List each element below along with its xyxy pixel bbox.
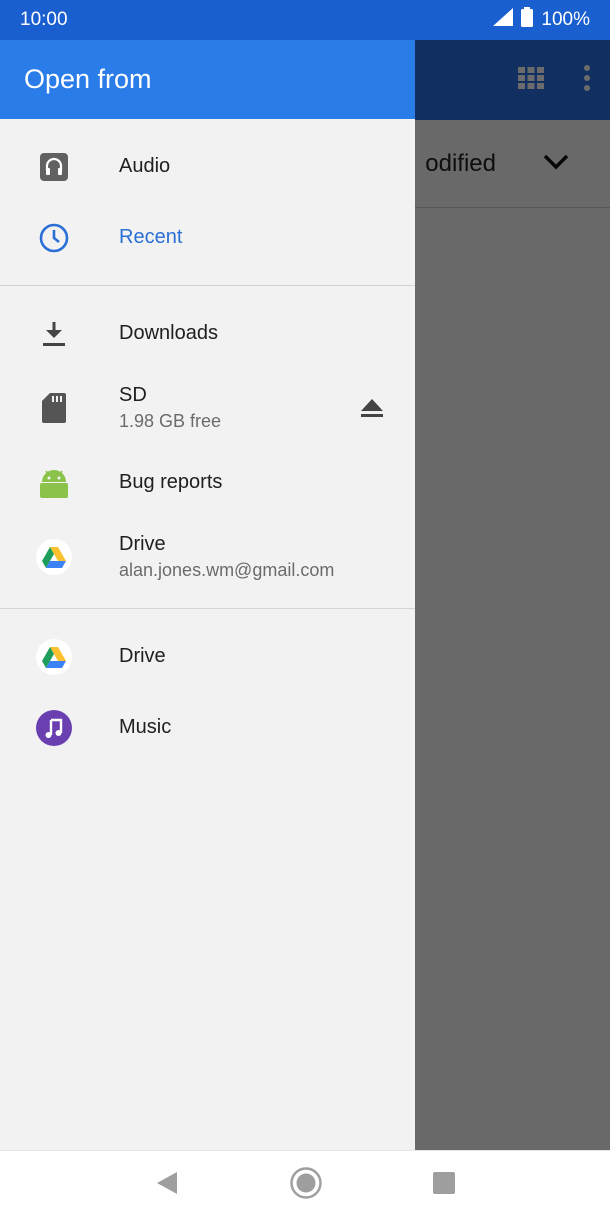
system-nav-bar	[0, 1150, 610, 1220]
drawer-item-label: Bug reports	[119, 471, 223, 493]
drawer-item-label: Drive	[119, 533, 166, 555]
download-icon	[36, 316, 72, 352]
drawer-section-apps: Drive Music	[0, 609, 415, 775]
drawer-item-sd[interactable]: SD 1.98 GB free	[0, 369, 415, 447]
drawer-item-subtitle: 1.98 GB free	[119, 411, 222, 431]
drawer-item-drive-account[interactable]: Drive alan.jones.wm@gmail.com	[0, 518, 415, 596]
sd-card-icon	[36, 390, 72, 426]
music-icon	[36, 709, 72, 746]
battery-percent: 100%	[541, 9, 590, 30]
drawer-item-label: Downloads	[119, 322, 218, 344]
drawer-item-downloads[interactable]: Downloads	[0, 298, 415, 369]
eject-icon[interactable]	[359, 395, 385, 421]
drawer-item-music[interactable]: Music	[0, 692, 415, 763]
drawer-item-bug-reports[interactable]: Bug reports	[0, 447, 415, 518]
navigation-drawer: Open from Audio Recent Downloads SD 1.98…	[0, 40, 415, 1150]
clock-icon	[36, 220, 72, 256]
status-bar: 10:00 100%	[0, 0, 610, 40]
recents-icon[interactable]	[433, 1172, 455, 1199]
battery-icon	[521, 7, 534, 33]
drawer-item-label: Audio	[119, 155, 171, 177]
drawer-item-label: Recent	[119, 226, 183, 248]
status-time: 10:00	[20, 9, 68, 30]
drawer-item-recent[interactable]: Recent	[0, 202, 415, 273]
drawer-section-roots: Audio Recent	[0, 119, 415, 286]
drawer-item-drive[interactable]: Drive	[0, 621, 415, 692]
back-icon[interactable]	[155, 1170, 179, 1201]
headphones-icon	[36, 149, 72, 185]
drive-icon	[36, 638, 72, 675]
drawer-item-label: SD	[119, 384, 147, 406]
drive-icon	[36, 539, 72, 575]
android-icon	[36, 465, 72, 501]
drawer-section-storage: Downloads SD 1.98 GB free Bug reports Dr…	[0, 286, 415, 609]
home-icon[interactable]	[289, 1166, 323, 1205]
drawer-item-label: Music	[119, 716, 172, 738]
drawer-title: Open from	[0, 40, 415, 119]
drawer-item-label: Drive	[119, 645, 166, 667]
drawer-item-audio[interactable]: Audio	[0, 131, 415, 202]
signal-icon	[493, 8, 514, 32]
drawer-item-subtitle: alan.jones.wm@gmail.com	[119, 560, 335, 580]
